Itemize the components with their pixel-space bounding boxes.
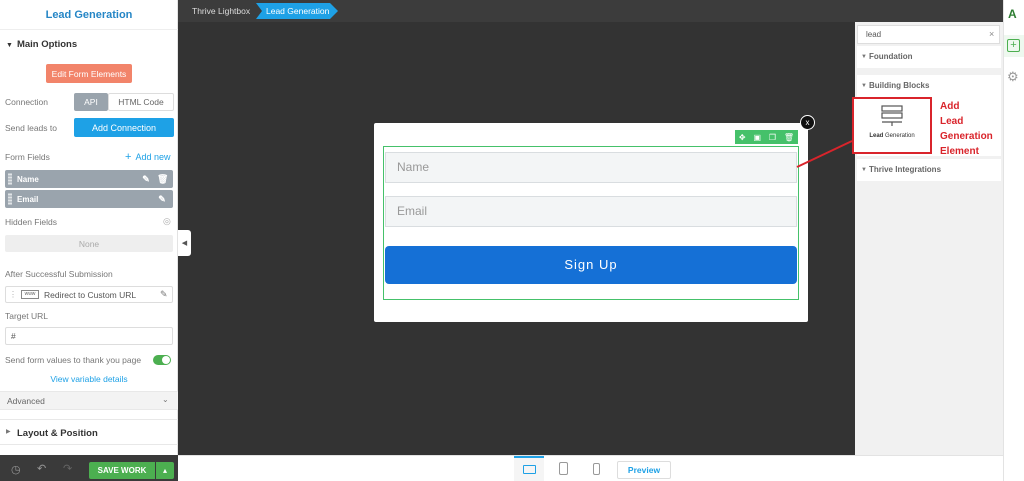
preview-button[interactable]: Preview <box>617 461 671 479</box>
main-options-header[interactable]: ▼ Main Options <box>6 39 77 50</box>
target-url-input[interactable]: # <box>5 327 173 345</box>
hidden-fields-none: None <box>5 235 173 252</box>
pencil-icon[interactable]: ✎ <box>160 289 168 300</box>
connection-api-tab[interactable]: API <box>74 93 108 111</box>
connection-html-tab[interactable]: HTML Code <box>108 93 174 111</box>
drag-handle-icon[interactable]: ⋮ <box>9 290 17 299</box>
save-template-icon[interactable]: ▣ <box>753 133 761 142</box>
category-foundation[interactable]: ▼ Foundation <box>857 46 1001 68</box>
chevron-up-icon: ▴ <box>162 466 167 475</box>
annotation-arrow <box>796 140 853 168</box>
pencil-icon[interactable]: ✎ <box>157 194 167 204</box>
chevron-down-icon: ⌄ <box>162 395 169 404</box>
connection-label: Connection <box>5 97 49 107</box>
redo-icon[interactable]: ↷ <box>63 462 72 475</box>
tablet-icon[interactable] <box>559 462 568 475</box>
redirect-icon: www <box>21 290 39 299</box>
after-submission-label: After Successful Submission <box>5 269 113 279</box>
close-icon[interactable]: x <box>800 115 815 130</box>
category-thrive-integrations[interactable]: ▼ Thrive Integrations <box>857 159 1001 181</box>
breadcrumb-item-lightbox[interactable]: Thrive Lightbox <box>182 3 260 19</box>
add-element-button[interactable]: + <box>1004 35 1024 57</box>
element-toolbar: ✥ ▣ ❐ 🗑 <box>735 130 798 144</box>
history-icon[interactable]: ◷ <box>11 463 21 476</box>
save-work-button[interactable]: SAVE WORK <box>89 462 155 479</box>
duplicate-icon[interactable]: ❐ <box>769 133 776 142</box>
panel-title: Lead Generation <box>0 0 178 30</box>
caret-right-icon: ▶ <box>6 429 11 435</box>
desktop-icon <box>523 465 536 474</box>
caret-down-icon: ▼ <box>6 42 13 49</box>
desktop-view-button[interactable] <box>514 456 544 481</box>
gear-icon[interactable]: ⚙ <box>1007 69 1019 85</box>
undo-icon[interactable]: ↶ <box>37 462 46 475</box>
plus-icon: + <box>125 151 132 163</box>
add-connection-button[interactable]: Add Connection <box>74 118 174 137</box>
trash-icon[interactable]: 🗑 <box>157 174 168 184</box>
view-variable-details-link[interactable]: View variable details <box>0 374 178 384</box>
save-options-button[interactable]: ▴ <box>156 462 174 479</box>
lead-generation-icon <box>881 105 903 126</box>
edit-form-elements-button[interactable]: Edit Form Elements <box>46 64 132 83</box>
caret-down-icon: ▼ <box>861 54 867 60</box>
layout-position-section[interactable]: ▶ Layout & Position <box>0 419 178 445</box>
category-building-blocks[interactable]: ▼ Building Blocks <box>857 75 1001 97</box>
annotation-text: Add Lead Generation Element <box>940 101 993 157</box>
element-search-input[interactable]: lead × <box>857 25 1000 44</box>
drag-handle-icon[interactable] <box>8 193 12 205</box>
email-input[interactable]: Email <box>385 196 797 227</box>
trash-icon[interactable]: 🗑 <box>784 133 794 142</box>
form-field-name[interactable]: Name ✎ 🗑 <box>5 170 173 188</box>
form-fields-label: Form Fields <box>5 152 50 162</box>
move-icon[interactable]: ✥ <box>739 133 746 142</box>
redirect-option[interactable]: ⋮ www Redirect to Custom URL ✎ <box>5 286 173 303</box>
form-field-email[interactable]: Email ✎ <box>5 190 173 208</box>
collapse-sidebar-button[interactable]: ◀ <box>178 230 191 256</box>
drag-handle-icon[interactable] <box>8 173 12 185</box>
thrive-logo-icon: A <box>1008 7 1017 21</box>
sign-up-button[interactable]: Sign Up <box>385 246 797 284</box>
mobile-icon[interactable] <box>593 463 600 475</box>
advanced-section[interactable]: Advanced ⌄ <box>0 391 178 410</box>
clear-search-icon[interactable]: × <box>989 26 994 43</box>
hidden-fields-label: Hidden Fields <box>5 217 57 227</box>
send-values-toggle[interactable] <box>153 355 171 365</box>
plus-square-icon: + <box>1007 39 1020 52</box>
lead-generation-element-label: Lead Generation <box>869 133 915 139</box>
lead-generation-element[interactable] <box>852 97 932 154</box>
send-values-label: Send form values to thank you page <box>5 355 142 365</box>
pencil-icon[interactable]: ✎ <box>141 174 151 184</box>
caret-down-icon: ▼ <box>861 83 867 89</box>
name-input[interactable]: Name <box>385 152 797 183</box>
add-new-field-link[interactable]: + Add new <box>125 151 170 163</box>
send-leads-label: Send leads to <box>5 123 57 133</box>
caret-down-icon: ▼ <box>861 167 867 173</box>
target-url-label: Target URL <box>5 311 48 321</box>
eye-slash-icon[interactable]: ◎ <box>163 216 171 227</box>
chevron-left-icon: ◀ <box>181 240 188 247</box>
